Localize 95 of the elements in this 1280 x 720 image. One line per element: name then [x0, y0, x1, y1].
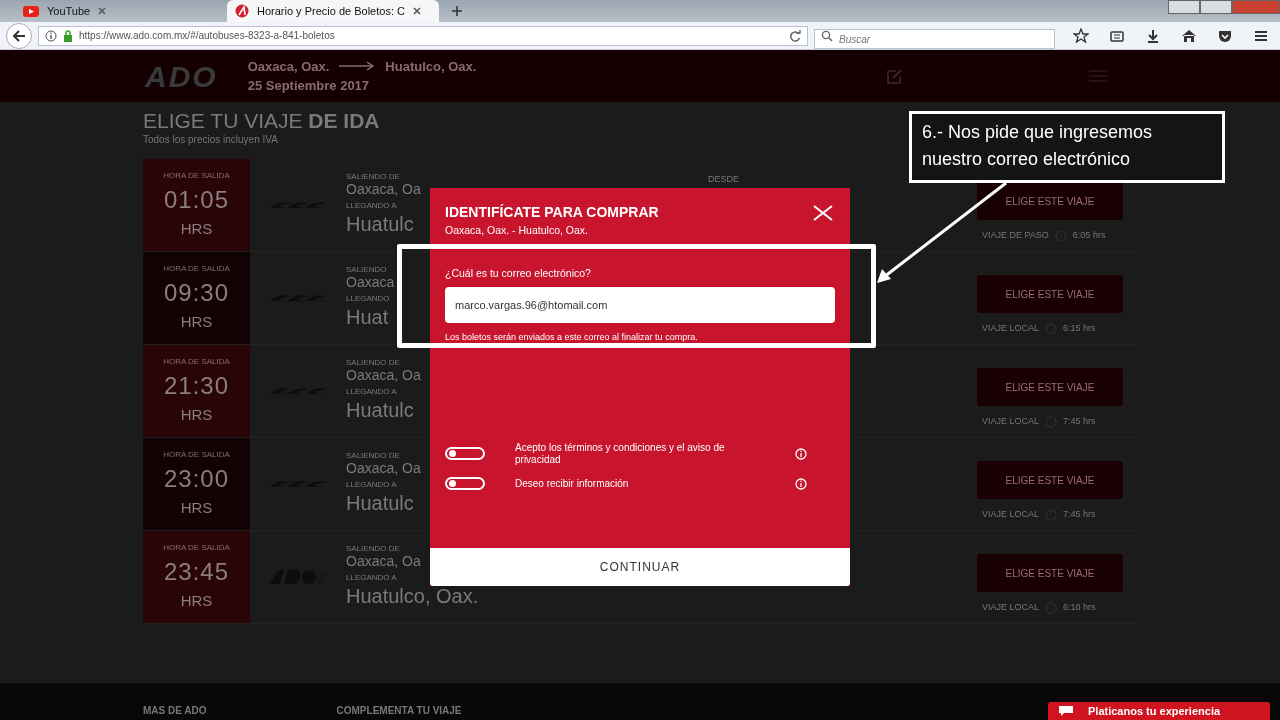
label: SALIENDO DE: [346, 359, 400, 368]
label: SALIENDO: [346, 266, 387, 275]
label: LLEGANDO A: [346, 481, 397, 491]
modal-title: IDENTIFÍCATE PARA COMPRAR: [445, 203, 659, 222]
label: SALIENDO DE: [346, 452, 400, 461]
choose-trip-button[interactable]: ELIGE ESTE VIAJE: [977, 554, 1123, 593]
departure-time: 21:30: [163, 370, 230, 401]
departure-time: 09:30: [163, 277, 230, 308]
time-unit: HRS: [180, 218, 213, 239]
destination-city: Huatulc: [346, 493, 414, 514]
time-label: HORA DE SALIDA: [163, 448, 230, 461]
page-subtitle: Todos los precios incluyen IVA: [143, 133, 278, 148]
trip-duration: 6:05 hrs: [1072, 229, 1106, 243]
close-icon[interactable]: [98, 7, 107, 15]
origin-city: Oaxaca: [346, 274, 395, 291]
back-button[interactable]: [6, 22, 32, 49]
search-icon: [821, 29, 833, 42]
star-icon[interactable]: [1073, 27, 1089, 44]
play-icon: [23, 5, 39, 17]
footer-heading[interactable]: MAS DE ADO: [143, 703, 207, 720]
lock-icon: [63, 29, 73, 42]
origin-city: Oaxaca, Oa: [346, 460, 421, 477]
page-title: ELIGE TU VIAJE DE IDA: [143, 110, 380, 133]
destination-city: Huatulc: [346, 214, 414, 235]
modal-subtitle: Oaxaca, Oax. - Huatulco, Oax.: [445, 223, 588, 238]
footer-heading[interactable]: COMPLEMENTA TU VIAJE: [336, 703, 462, 720]
label: LLEGANDO A: [346, 388, 397, 398]
destination-city: Huat: [346, 307, 389, 328]
trip-type: VIAJE DE PASO: [982, 229, 1049, 243]
new-tab-icon[interactable]: [451, 5, 463, 17]
helper-text: Los boletos serán enviados a este correo al finalizar tu compra.: [445, 330, 699, 344]
departure-time: 01:05: [163, 184, 230, 215]
email-field[interactable]: marco.vargas.96@htomail.com: [445, 286, 835, 323]
trip-duration: 6:10 hrs: [1063, 601, 1096, 615]
label: SALIENDO DE: [346, 173, 400, 182]
reload-icon[interactable]: [789, 29, 801, 42]
trip-type: VIAJE LOCAL: [982, 601, 1040, 615]
info-icon[interactable]: [795, 477, 807, 490]
toggle-switch[interactable]: [445, 477, 485, 490]
time-unit: HRS: [180, 497, 213, 518]
time-label: HORA DE SALIDA: [163, 169, 230, 182]
trip-type: VIAJE LOCAL: [982, 322, 1040, 336]
destination-city: Huatulco, Oax.: [385, 57, 477, 76]
chat-icon: [1058, 705, 1074, 717]
time-label: HORA DE SALIDA: [163, 541, 230, 554]
departure-time: 23:00: [163, 463, 230, 494]
travel-date: 25 Septiembre 2017: [247, 77, 371, 95]
departure-time: 23:45: [163, 556, 230, 587]
label: LLEGANDO A: [346, 574, 397, 584]
choose-trip-button[interactable]: ELIGE ESTE VIAJE: [977, 275, 1123, 314]
search-field[interactable]: Buscar: [814, 29, 1055, 49]
url-text: https://www.ado.com.mx/#/autobuses-8323-a-841-boletos: [79, 29, 336, 43]
time-label: HORA DE SALIDA: [163, 262, 230, 275]
site-icon: [235, 4, 249, 18]
toggle-switch[interactable]: [445, 447, 485, 460]
label: LLEGANDO: [346, 295, 390, 305]
price-label: DESDE: [708, 173, 739, 184]
download-icon[interactable]: [1145, 27, 1161, 44]
feedback-button[interactable]: Platicanos tu experiencia: [1048, 702, 1270, 720]
address-bar[interactable]: https://www.ado.com.mx/#/autobuses-8323-a-841-boletos: [38, 25, 808, 46]
continue-button[interactable]: CONTINUAR: [430, 548, 850, 586]
toggle-label: Acepto los términos y condiciones y el aviso de privacidad: [515, 442, 726, 465]
restore-button[interactable]: [1200, 0, 1232, 14]
label: LLEGANDO A: [346, 202, 397, 212]
origin-city: Oaxaca, Oa: [346, 367, 421, 384]
time-unit: HRS: [180, 311, 213, 332]
toggle-label: Deseo recibir información: [515, 477, 630, 490]
origin-city: Oaxaca, Oa: [346, 553, 421, 570]
home-icon[interactable]: [1181, 27, 1197, 44]
time-label: HORA DE SALIDA: [163, 355, 230, 368]
close-icon[interactable]: [412, 7, 421, 15]
trip-type: VIAJE LOCAL: [982, 508, 1040, 522]
time-unit: HRS: [180, 590, 213, 611]
field-label: ¿Cuál es tu correo electrónico?: [445, 265, 592, 281]
choose-trip-button[interactable]: ELIGE ESTE VIAJE: [977, 182, 1123, 221]
info-icon[interactable]: [795, 447, 807, 460]
trip-type: VIAJE LOCAL: [982, 415, 1040, 429]
minimize-button[interactable]: [1168, 0, 1200, 14]
time-unit: HRS: [180, 404, 213, 425]
trip-duration: 7:45 hrs: [1063, 415, 1096, 429]
origin-city: Oaxaca, Oax.: [247, 57, 330, 76]
arrow-icon: [339, 61, 376, 72]
destination-city: Huatulco, Oax.: [346, 586, 479, 607]
trip-duration: 6:15 hrs: [1063, 322, 1096, 336]
info-icon: [45, 29, 57, 42]
back-arrow-icon: [12, 29, 26, 42]
origin-city: Oaxaca, Oa: [346, 181, 421, 198]
browser-tab[interactable]: YouTube: [15, 0, 227, 22]
trip-duration: 7:45 hrs: [1063, 508, 1096, 522]
browser-tab[interactable]: Horario y Precio de Boletos: C: [227, 0, 439, 22]
label: SALIENDO DE: [346, 545, 400, 554]
callout-text: 6.- Nos pide que ingresemos nuestro correo electrónico: [909, 111, 1225, 183]
choose-trip-button[interactable]: ELIGE ESTE VIAJE: [977, 461, 1123, 500]
destination-city: Huatulc: [346, 400, 414, 421]
choose-trip-button[interactable]: ELIGE ESTE VIAJE: [977, 368, 1123, 407]
